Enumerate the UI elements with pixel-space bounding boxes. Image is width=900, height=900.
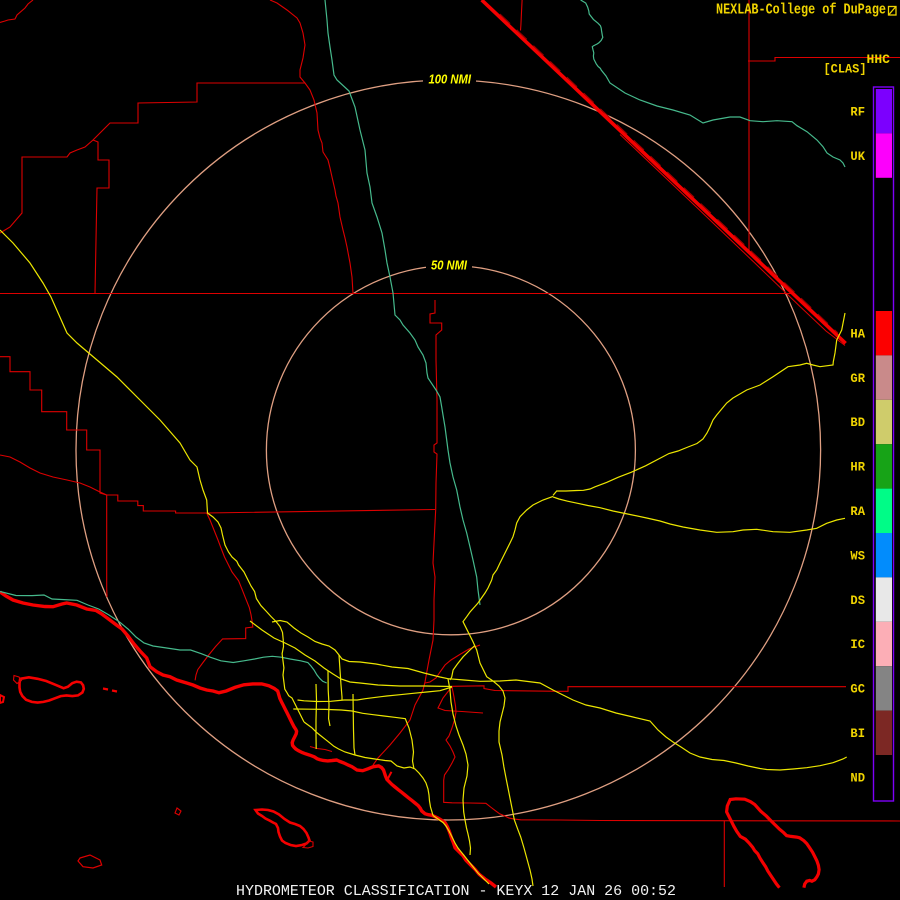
svg-text:GR: GR: [850, 371, 865, 386]
svg-text:GC: GC: [850, 682, 865, 697]
svg-text:DS: DS: [850, 593, 865, 608]
svg-text:NEXLAB-College of DuPage: NEXLAB-College of DuPage: [716, 2, 886, 19]
svg-text:UK: UK: [850, 149, 865, 164]
svg-text:BI: BI: [850, 726, 865, 741]
svg-text:HYDROMETEOR CLASSIFICATION - K: HYDROMETEOR CLASSIFICATION - KEYX 12 JAN…: [236, 883, 676, 900]
svg-text:100 NMI: 100 NMI: [429, 72, 472, 86]
svg-text:50 NMI: 50 NMI: [431, 259, 467, 273]
svg-text:HHC: HHC: [867, 52, 891, 67]
svg-text:RF: RF: [850, 104, 865, 119]
svg-text:HR: HR: [850, 460, 865, 475]
svg-text:ND: ND: [850, 770, 865, 785]
svg-text:IC: IC: [850, 637, 865, 652]
svg-text:RA: RA: [850, 504, 865, 519]
svg-text:HA: HA: [850, 326, 865, 341]
svg-text:WS: WS: [850, 548, 865, 563]
svg-text:BD: BD: [850, 415, 865, 430]
svg-text:[CLAS]: [CLAS]: [824, 61, 867, 76]
